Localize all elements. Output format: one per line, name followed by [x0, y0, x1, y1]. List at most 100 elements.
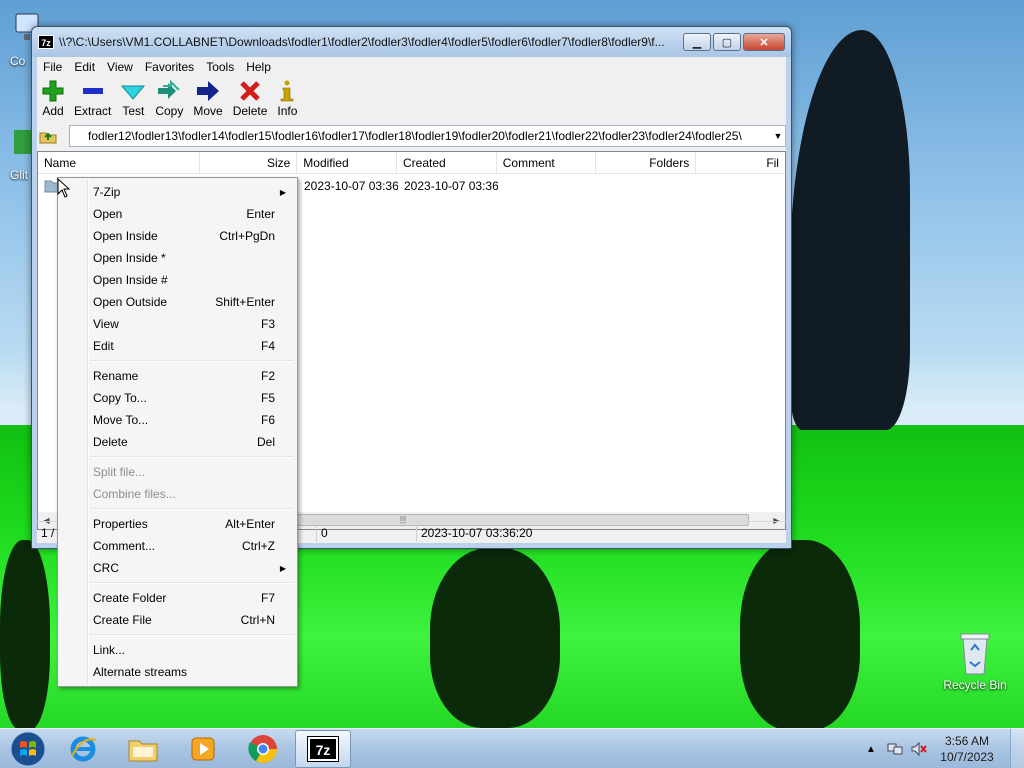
test-button[interactable]: Test [116, 79, 150, 118]
desktop-icon-label: Co [10, 54, 26, 68]
menu-edit[interactable]: Edit [68, 60, 101, 74]
taskbar-media-player[interactable] [175, 730, 231, 768]
menu-item-delete[interactable]: Delete Del [60, 431, 295, 453]
ie-icon [70, 736, 97, 761]
context-menu: 7-Zip ▶ Open Enter Open Inside Ctrl+PgDn Op… [57, 177, 298, 687]
show-desktop-button[interactable] [1010, 729, 1024, 768]
wallpaper-penguin [740, 540, 860, 728]
close-button[interactable]: ✕ [743, 33, 785, 51]
menu-item-label: Delete [93, 435, 128, 449]
desktop-icon-label: Recycle Bin [943, 678, 1007, 692]
window-title: \\?\C:\Users\VM1.COLLABNET\Downloads\fod… [59, 35, 665, 49]
menu-item-alternate-streams[interactable]: Alternate streams [60, 661, 295, 683]
folder-up-icon [39, 132, 57, 144]
extract-label: Extract [74, 104, 112, 118]
taskbar-chrome[interactable] [235, 730, 291, 768]
delete-label: Delete [232, 104, 268, 118]
desktop-icon-recycle-bin[interactable]: Recycle Bin [940, 630, 1010, 692]
taskbar-7zip[interactable]: 7z [295, 729, 351, 768]
menu-item-label: Open Outside [93, 295, 168, 309]
menu-item-comment[interactable]: Comment... Ctrl+Z [60, 535, 295, 557]
taskbar-file-explorer[interactable] [115, 730, 171, 768]
wallpaper-penguin [790, 30, 910, 430]
column-folders[interactable]: Folders [596, 152, 697, 174]
extract-button[interactable]: Extract [69, 79, 116, 118]
address-combobox[interactable]: fodler12\fodler13\fodler14\fodler15\fodl… [69, 125, 786, 147]
toolbar: Add Extract Test Copy Move Delete Info [37, 76, 786, 122]
menu-item-properties[interactable]: Properties Alt+Enter [60, 513, 295, 535]
status-size: 0 [317, 523, 417, 542]
menu-item-label: Properties [93, 517, 148, 531]
maximize-button[interactable]: ▢ [713, 33, 741, 51]
chevron-down-icon[interactable]: ▼ [771, 131, 785, 141]
double-arrow-icon [157, 79, 181, 103]
menu-item-shortcut: F3 [260, 317, 275, 331]
clock[interactable]: 3:56 AM 10/7/2023 [934, 733, 1000, 765]
copy-button[interactable]: Copy [150, 79, 188, 118]
7zip-app-icon[interactable]: 7z [38, 35, 54, 49]
menu-view[interactable]: View [101, 60, 139, 74]
menu-item-edit[interactable]: Edit F4 [60, 335, 295, 357]
address-path[interactable]: fodler12\fodler13\fodler14\fodler15\fodl… [70, 129, 771, 143]
move-button[interactable]: Move [188, 79, 227, 118]
add-button[interactable]: Add [37, 79, 69, 118]
info-button[interactable]: Info [272, 79, 302, 118]
menu-item-open-inside-hash[interactable]: Open Inside # [60, 269, 295, 291]
menu-item-label: Move To... [93, 413, 149, 427]
menu-item-rename[interactable]: Rename F2 [60, 365, 295, 387]
menu-item-label: Link... [93, 643, 126, 657]
menu-item-create-folder[interactable]: Create Folder F7 [60, 587, 295, 609]
column-files[interactable]: Fil [696, 152, 785, 174]
menu-item-label: Split file... [93, 465, 146, 479]
title-bar[interactable]: 7z \\?\C:\Users\VM1.COLLABNET\Downloads\… [32, 27, 791, 57]
menu-item-7zip[interactable]: 7-Zip ▶ [60, 181, 295, 203]
menu-item-shortcut: F4 [260, 339, 275, 353]
menu-help[interactable]: Help [240, 60, 277, 74]
menu-item-create-file[interactable]: Create File Ctrl+N [60, 609, 295, 631]
menu-item-open[interactable]: Open Enter [60, 203, 295, 225]
media-icon [191, 737, 215, 760]
menu-item-crc[interactable]: CRC ▶ [60, 557, 295, 579]
menu-item-open-inside-star[interactable]: Open Inside * [60, 247, 295, 269]
menu-item-move-to[interactable]: Move To... F6 [60, 409, 295, 431]
menu-item-split-file: Split file... [60, 461, 295, 483]
menu-separator [91, 505, 295, 513]
column-comment[interactable]: Comment [497, 152, 597, 174]
menu-favorites[interactable]: Favorites [139, 60, 200, 74]
column-created[interactable]: Created [397, 152, 497, 174]
up-folder-button[interactable] [37, 125, 59, 147]
status-modified: 2023-10-07 03:36:20 [421, 525, 533, 540]
show-hidden-icons-icon[interactable]: ▲ [862, 740, 880, 758]
chrome-icon [248, 734, 277, 763]
menu-item-copy-to[interactable]: Copy To... F5 [60, 387, 295, 409]
menu-item-combine-files: Combine files... [60, 483, 295, 505]
menu-item-view[interactable]: View F3 [60, 313, 295, 335]
volume-muted-icon[interactable] [910, 740, 928, 758]
menu-item-open-outside[interactable]: Open Outside Shift+Enter [60, 291, 295, 313]
menu-separator [91, 453, 295, 461]
menu-item-shortcut: F5 [260, 391, 275, 405]
menu-item-open-inside[interactable]: Open Inside Ctrl+PgDn [60, 225, 295, 247]
menu-item-label: Open Inside * [93, 251, 166, 265]
menu-item-shortcut: F2 [260, 369, 275, 383]
menu-item-label: Combine files... [93, 487, 176, 501]
menu-tools[interactable]: Tools [200, 60, 240, 74]
column-size[interactable]: Size [200, 152, 298, 174]
minimize-button[interactable]: ▁ [683, 33, 711, 51]
menu-item-link[interactable]: Link... [60, 639, 295, 661]
network-icon[interactable] [886, 740, 904, 758]
column-name[interactable]: Name [38, 152, 200, 174]
menu-item-label: Rename [93, 369, 139, 383]
column-modified[interactable]: Modified [297, 152, 398, 174]
menu-item-shortcut: Ctrl+Z [242, 539, 275, 553]
menu-item-shortcut: Ctrl+PgDn [219, 229, 275, 243]
desktop-icon-label: Glit [10, 168, 28, 182]
x-icon [239, 79, 261, 103]
menu-separator [91, 631, 295, 639]
folder-icon [128, 740, 158, 761]
taskbar-internet-explorer[interactable] [55, 730, 111, 768]
delete-button[interactable]: Delete [228, 79, 273, 118]
menu-file[interactable]: File [37, 60, 68, 74]
start-button[interactable] [5, 730, 51, 768]
info-icon [279, 79, 295, 103]
